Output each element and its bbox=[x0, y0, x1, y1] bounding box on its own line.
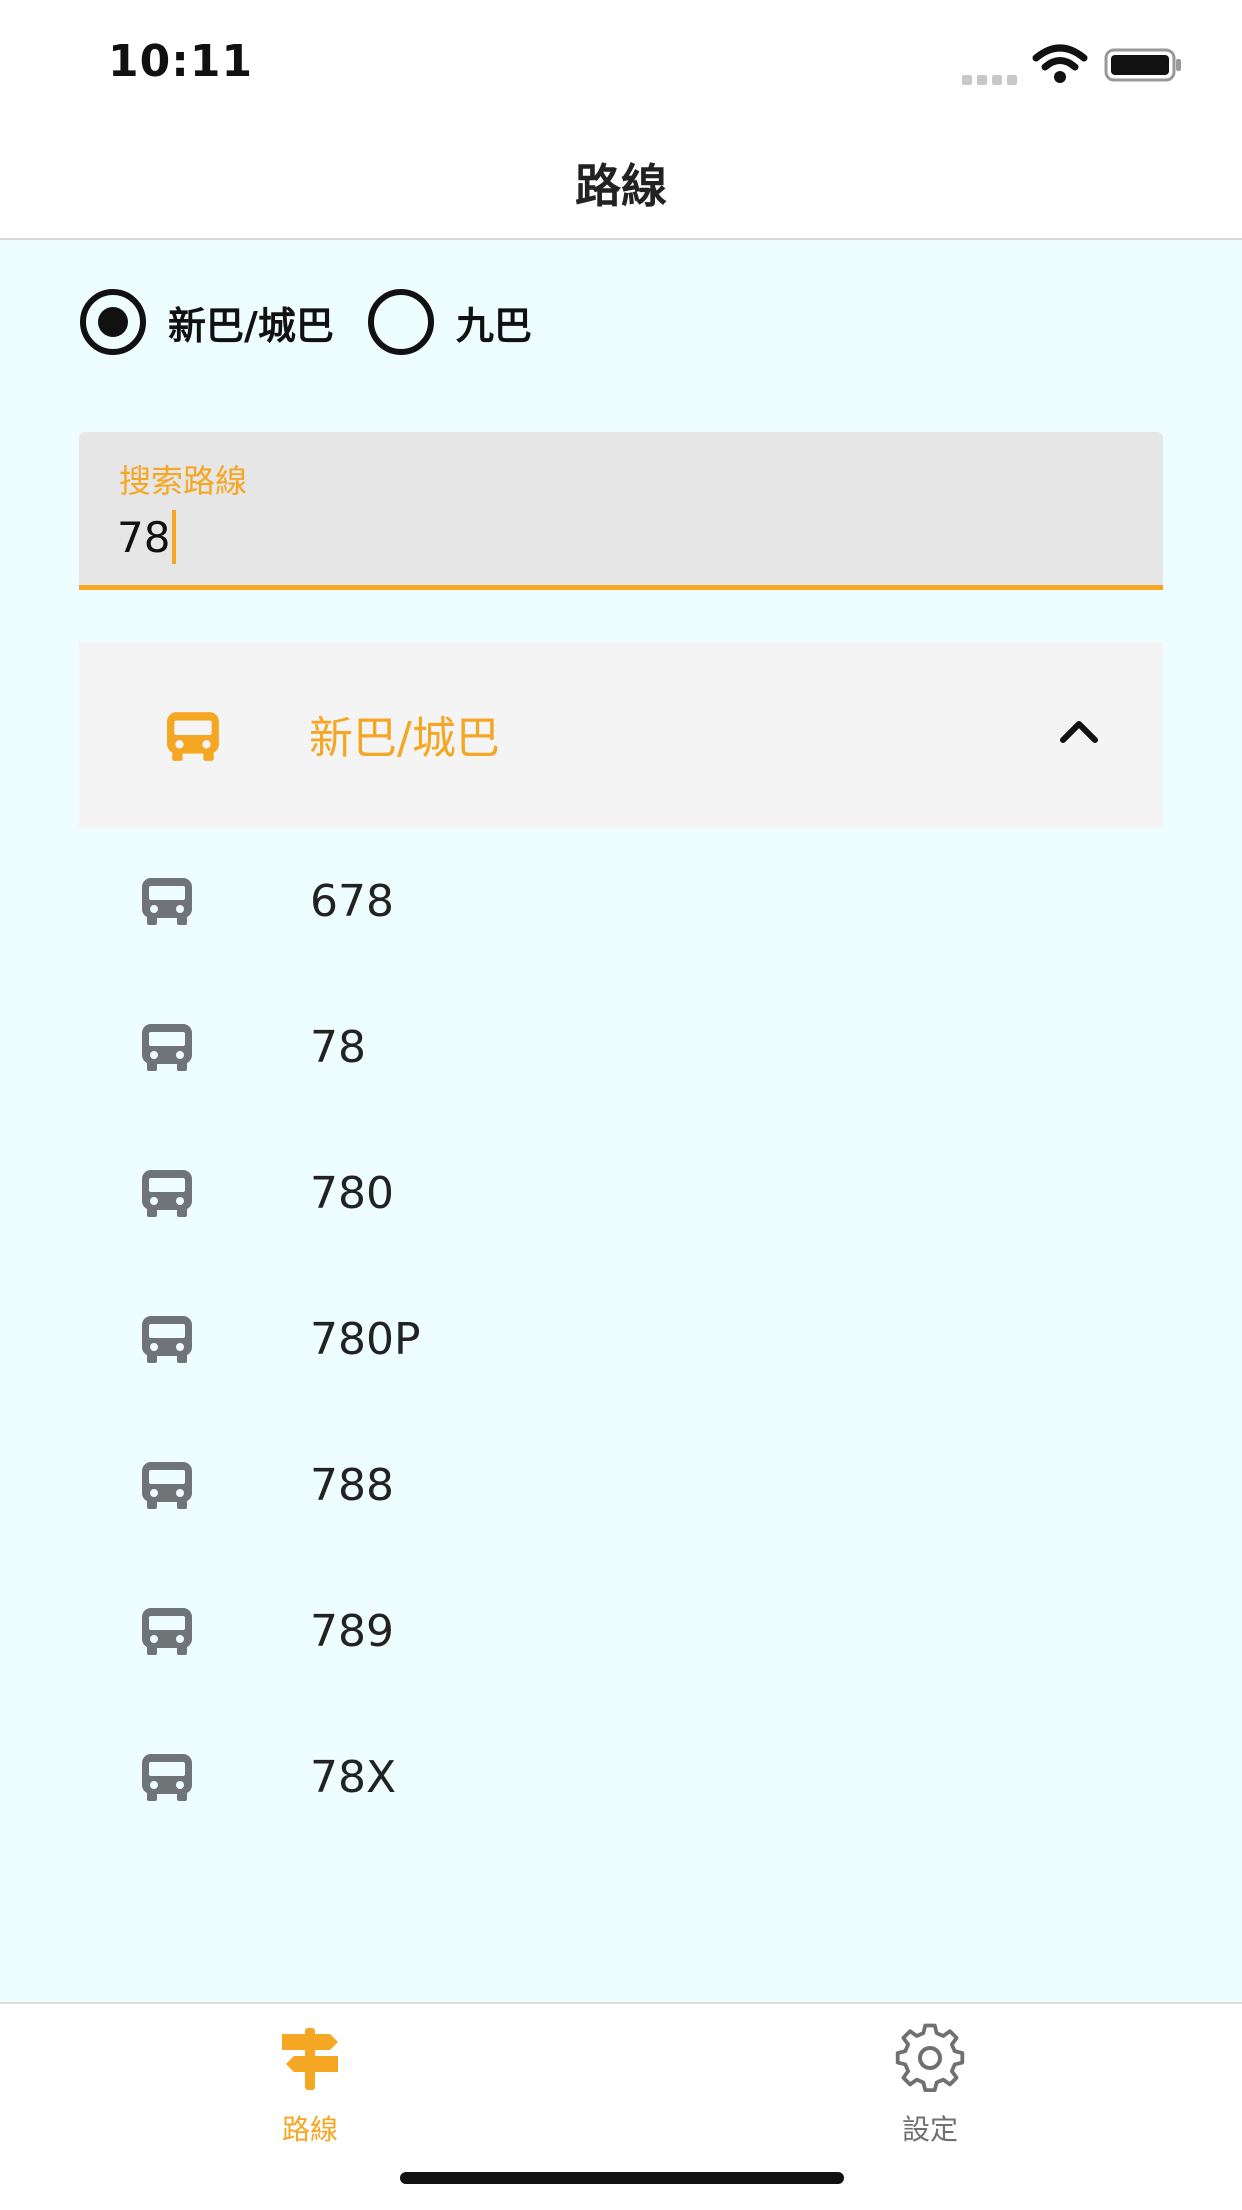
bus-icon bbox=[140, 1020, 194, 1074]
wifi-icon bbox=[1032, 44, 1088, 83]
radio-selected-icon[interactable] bbox=[80, 289, 146, 355]
bus-icon bbox=[140, 1166, 194, 1220]
route-label: 678 bbox=[310, 876, 394, 927]
route-row[interactable]: 780 bbox=[0, 1122, 1242, 1268]
route-row[interactable]: 78X bbox=[0, 1706, 1242, 1852]
route-row[interactable]: 788 bbox=[0, 1414, 1242, 1560]
home-indicator bbox=[400, 2172, 844, 2184]
page-title: 路線 bbox=[575, 159, 667, 213]
search-input[interactable]: 78 bbox=[117, 510, 177, 564]
battery-icon bbox=[1104, 48, 1181, 82]
operator-group-header[interactable]: 新巴/城巴 bbox=[79, 642, 1163, 828]
group-label: 新巴/城巴 bbox=[309, 713, 500, 764]
tab-settings[interactable]: 設定 bbox=[830, 2022, 1030, 2148]
radio-operator-citybus[interactable]: 新巴/城巴 bbox=[80, 289, 334, 355]
route-label: 789 bbox=[310, 1606, 394, 1657]
bus-icon bbox=[167, 712, 219, 761]
route-label: 788 bbox=[310, 1460, 394, 1511]
main-content: 新巴/城巴 九巴 搜索路線 78 新巴/城巴 678 78 780 780P 788 78… bbox=[0, 240, 1242, 2002]
status-bar: 10:11 bbox=[0, 0, 1242, 120]
tab-label: 路線 bbox=[281, 2113, 338, 2146]
route-row[interactable]: 78 bbox=[0, 976, 1242, 1122]
route-label: 780 bbox=[310, 1168, 394, 1219]
text-cursor bbox=[172, 510, 177, 564]
operator-radio-group: 新巴/城巴 九巴 bbox=[80, 289, 566, 355]
search-field-label: 搜索路線 bbox=[119, 462, 248, 500]
route-row[interactable]: 789 bbox=[0, 1560, 1242, 1706]
radio-unselected-icon[interactable] bbox=[367, 289, 434, 355]
route-row[interactable]: 780P bbox=[0, 1268, 1242, 1414]
search-input-value: 78 bbox=[117, 512, 171, 562]
route-label: 78 bbox=[310, 1022, 366, 1073]
radio-label: 九巴 bbox=[455, 303, 532, 348]
status-time: 10:11 bbox=[108, 36, 254, 87]
gear-icon bbox=[895, 2023, 965, 2093]
bus-icon bbox=[140, 1750, 194, 1804]
route-label: 780P bbox=[310, 1314, 421, 1365]
cellular-signal-icon bbox=[962, 70, 1022, 89]
route-label: 78X bbox=[310, 1752, 397, 1803]
bus-icon bbox=[140, 1458, 194, 1512]
bus-icon bbox=[140, 1604, 194, 1658]
signpost-icon bbox=[282, 2028, 338, 2090]
chevron-up-icon[interactable] bbox=[1057, 716, 1101, 746]
radio-operator-kmb[interactable]: 九巴 bbox=[367, 289, 532, 355]
bus-icon bbox=[140, 874, 194, 928]
radio-label: 新巴/城巴 bbox=[168, 303, 334, 348]
bus-icon bbox=[140, 1312, 194, 1366]
search-field[interactable]: 搜索路線 78 bbox=[79, 432, 1163, 590]
route-row[interactable]: 678 bbox=[0, 830, 1242, 976]
tab-routes[interactable]: 路線 bbox=[210, 2022, 410, 2148]
tab-label: 設定 bbox=[901, 2113, 958, 2146]
